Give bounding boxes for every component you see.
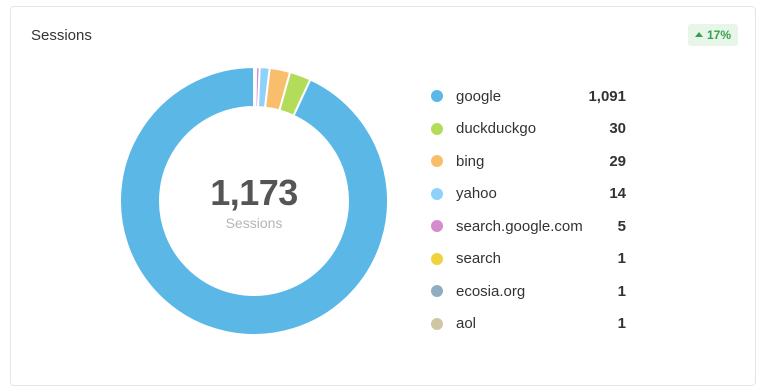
legend-value: 14 — [609, 185, 626, 203]
legend-label: search — [456, 250, 502, 268]
legend-value: 1 — [617, 315, 626, 333]
legend-label: yahoo — [456, 185, 497, 203]
legend-dot-icon — [431, 285, 443, 298]
legend-dot-icon — [431, 155, 443, 168]
legend-value: 1 — [617, 282, 626, 300]
legend-value: 30 — [609, 120, 626, 138]
legend-dot-icon — [431, 122, 443, 135]
legend-label: ecosia.org — [456, 282, 526, 300]
chart-legend: google 1,091 duckduckgo 30 bing 29 yahoo 14 sear… — [431, 80, 626, 340]
legend-item[interactable]: yahoo 14 — [431, 178, 626, 211]
legend-value: 1,091 — [588, 87, 626, 105]
legend-dot-icon — [431, 252, 443, 265]
legend-item[interactable]: bing 29 — [431, 145, 626, 178]
legend-item[interactable]: duckduckgo 30 — [431, 113, 626, 146]
legend-label: search.google.com — [456, 217, 583, 235]
change-badge: 17% — [687, 24, 738, 46]
legend-item[interactable]: search 1 — [431, 243, 626, 276]
card-title: Sessions — [31, 27, 92, 44]
legend-value: 5 — [617, 217, 626, 235]
legend-dot-icon — [431, 317, 443, 330]
change-value: 17% — [706, 28, 731, 42]
donut-chart: 1,173 Sessions — [119, 66, 389, 336]
legend-item[interactable]: aol 1 — [431, 308, 626, 341]
legend-item[interactable]: search.google.com 5 — [431, 210, 626, 243]
legend-dot-icon — [431, 220, 443, 233]
legend-value: 1 — [617, 250, 626, 268]
legend-dot-icon — [431, 187, 443, 200]
legend-label: duckduckgo — [456, 120, 537, 138]
legend-value: 29 — [609, 152, 626, 170]
total-sessions-value: 1,173 — [210, 172, 298, 213]
legend-item[interactable]: google 1,091 — [431, 80, 626, 113]
legend-item[interactable]: ecosia.org 1 — [431, 275, 626, 308]
legend-label: aol — [456, 315, 477, 333]
total-sessions-label: Sessions — [225, 215, 283, 231]
legend-dot-icon — [431, 90, 443, 103]
caret-up-icon — [694, 32, 703, 37]
legend-label: bing — [456, 152, 485, 170]
